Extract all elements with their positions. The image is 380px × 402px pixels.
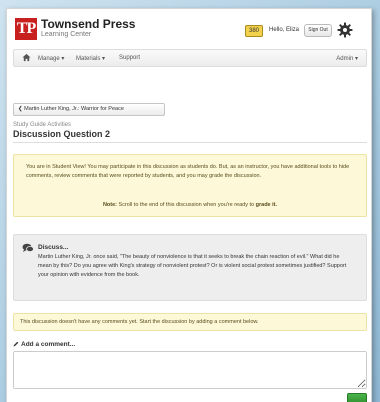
divider — [13, 142, 367, 143]
pencil-icon — [13, 341, 19, 347]
points-badge: 380 — [245, 25, 263, 37]
header: TP Townsend Press Learning Center 380 He… — [13, 15, 365, 49]
notice-text: You are in Student View! You may partici… — [26, 164, 350, 179]
brand-name[interactable]: Townsend Press — [41, 17, 135, 31]
discussion-prompt: Discuss... Martin Luther King, Jr. once … — [13, 234, 367, 301]
add-comment-label: Add a comment... — [13, 341, 75, 348]
discuss-title: Discuss... — [38, 244, 69, 251]
grade-note: Note: Scroll to the end of this discussi… — [102, 202, 278, 208]
nav-manage[interactable]: Manage ▾ — [38, 55, 64, 62]
student-view-notice: You are in Student View! You may partici… — [13, 154, 367, 217]
discuss-body: Martin Luther King, Jr. once said, "The … — [38, 254, 347, 278]
app-window: TP Townsend Press Learning Center 380 He… — [6, 8, 372, 402]
nav-materials[interactable]: Materials ▾ — [76, 55, 105, 62]
post-comment-button[interactable] — [347, 393, 367, 402]
logo[interactable]: TP — [15, 18, 37, 40]
nav-bar: Manage ▾ Materials ▾ Support Admin ▾ — [13, 49, 367, 67]
brand-subtitle: Learning Center — [41, 31, 92, 38]
section-label: Study Guide Activities — [13, 122, 72, 128]
back-button[interactable]: ❮ Martin Luther King, Jr.: Warrior for P… — [13, 103, 165, 116]
page-content: TP Townsend Press Learning Center 380 He… — [13, 15, 367, 402]
nav-support[interactable]: Support — [119, 55, 140, 61]
gear-icon[interactable] — [337, 22, 353, 38]
greeting: Hello, Eliza — [269, 27, 300, 33]
chevron-left-icon: ❮ — [18, 106, 23, 112]
comment-textarea[interactable] — [13, 351, 367, 389]
comments-icon — [22, 243, 34, 252]
home-icon[interactable] — [22, 53, 31, 62]
back-button-label: Martin Luther King, Jr.: Warrior for Pea… — [24, 106, 124, 112]
no-comments-notice: This discussion doesn't have any comment… — [13, 313, 367, 331]
sign-out-button[interactable]: Sign Out — [304, 24, 332, 37]
page-title: Discussion Question 2 — [13, 129, 111, 139]
nav-admin[interactable]: Admin ▾ — [336, 55, 358, 62]
